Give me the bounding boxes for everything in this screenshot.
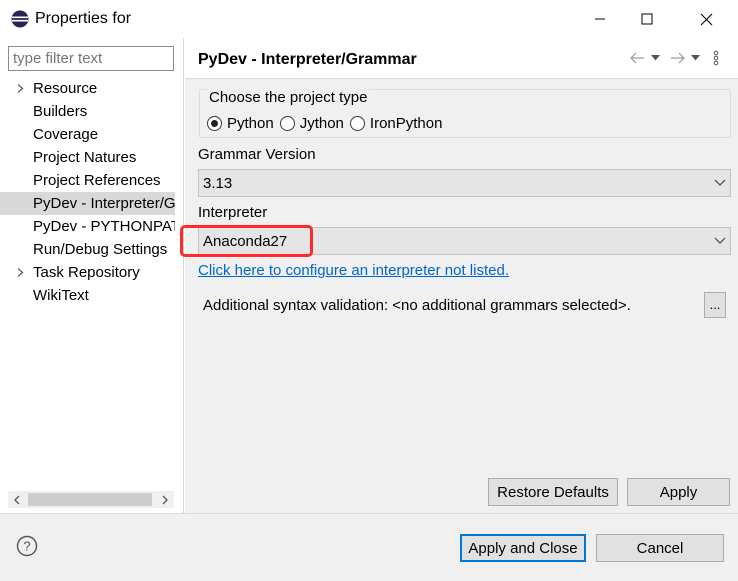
horizontal-scrollbar[interactable] (8, 491, 174, 508)
tree-item-label: Project Natures (33, 149, 137, 166)
help-icon[interactable]: ? (16, 535, 38, 557)
restore-defaults-button[interactable]: Restore Defaults (488, 478, 618, 506)
grammar-version-value: 3.13 (203, 175, 233, 192)
page-title: PyDev - Interpreter/Grammar (198, 51, 417, 68)
maximize-icon (641, 13, 653, 25)
scroll-right-button[interactable] (156, 491, 174, 508)
interpreter-select[interactable]: Anaconda27 (198, 227, 731, 255)
eclipse-icon (11, 10, 29, 28)
apply-button[interactable]: Apply (627, 478, 730, 506)
tree-item-label: Coverage (33, 126, 99, 143)
tree-item-label: Run/Debug Settings (33, 241, 168, 258)
radio-button[interactable] (349, 115, 365, 131)
project-type-options: Python Jython IronPython (207, 113, 448, 133)
forward-arrow-icon (670, 52, 685, 64)
radio-jython[interactable]: Jython (279, 114, 344, 132)
close-icon (700, 13, 712, 25)
minimize-button[interactable] (577, 0, 623, 38)
window-title: Properties for (35, 10, 132, 27)
tree-item-label: PyDev - Interpreter/Grammar (33, 195, 175, 212)
navigation-controls (625, 48, 735, 68)
tree-item-label: Builders (33, 103, 88, 120)
more-vertical-icon (713, 50, 719, 66)
grammar-version-label: Grammar Version (198, 146, 316, 163)
tree-item-pydev-interpreter[interactable]: PyDev - Interpreter/Grammar (0, 192, 175, 215)
scrollbar-thumb[interactable] (28, 493, 152, 506)
sidebar: Resource Builders Coverage Project Natur… (0, 38, 184, 513)
back-button[interactable] (629, 48, 645, 68)
chevron-down-icon (714, 237, 726, 244)
view-menu-button[interactable] (711, 48, 721, 68)
chevron-right-icon[interactable] (16, 84, 25, 93)
svg-text:?: ? (23, 539, 30, 554)
back-arrow-icon (629, 52, 644, 64)
project-type-group: Choose the project type Python Jython Ir… (199, 89, 731, 138)
close-button[interactable] (683, 0, 729, 38)
maximize-button[interactable] (624, 0, 670, 38)
radio-selected-dot (211, 119, 218, 127)
chevron-right-icon[interactable] (16, 268, 25, 277)
dropdown-arrow-icon (690, 55, 700, 61)
forward-menu-button[interactable] (689, 48, 701, 68)
property-page: PyDev - Interpreter/Grammar Choose the p… (185, 38, 738, 513)
radio-button[interactable] (207, 115, 222, 131)
tree-item-label: PyDev - PYTHONPATH (33, 218, 175, 235)
tree-item-resource[interactable]: Resource (0, 77, 175, 100)
minimize-icon (595, 18, 605, 20)
project-type-legend: Choose the project type (207, 89, 370, 106)
forward-button[interactable] (669, 48, 685, 68)
tree-item-project-references[interactable]: Project References (0, 169, 175, 192)
radio-label: IronPython (369, 114, 443, 132)
radio-label: Jython (299, 114, 344, 132)
chevron-down-icon (714, 179, 726, 186)
tree-item-label: Task Repository (33, 264, 140, 281)
radio-ironpython[interactable]: IronPython (349, 114, 443, 132)
filter-input[interactable] (8, 46, 174, 71)
back-menu-button[interactable] (649, 48, 661, 68)
property-tree: Resource Builders Coverage Project Natur… (0, 77, 183, 307)
tree-item-label: WikiText (33, 287, 89, 304)
tree-item-task-repository[interactable]: Task Repository (0, 261, 175, 284)
additional-syntax-text: Additional syntax validation: <no additi… (203, 297, 631, 314)
dropdown-arrow-icon (650, 55, 660, 61)
tree-item-label: Project References (33, 172, 161, 189)
grammar-version-select[interactable]: 3.13 (198, 169, 731, 197)
interpreter-label: Interpreter (198, 204, 268, 221)
tree-item-run-debug-settings[interactable]: Run/Debug Settings (0, 238, 175, 261)
scroll-left-button[interactable] (8, 491, 26, 508)
chevron-left-icon (14, 495, 20, 504)
tree-item-label: Resource (33, 80, 98, 97)
tree-item-project-natures[interactable]: Project Natures (0, 146, 175, 169)
configure-interpreter-link[interactable]: Click here to configure an interpreter n… (198, 262, 509, 279)
tree-item-pydev-pythonpath[interactable]: PyDev - PYTHONPATH (0, 215, 175, 238)
select-grammars-button[interactable]: ... (704, 292, 726, 318)
radio-python[interactable]: Python (207, 115, 274, 132)
tree-item-builders[interactable]: Builders (0, 100, 175, 123)
dialog-footer: ? Apply and Close Cancel (0, 513, 738, 581)
chevron-right-icon (162, 495, 168, 504)
tree-item-coverage[interactable]: Coverage (0, 123, 175, 146)
radio-label: Python (227, 114, 274, 132)
apply-and-close-button[interactable]: Apply and Close (460, 534, 586, 562)
page-header: PyDev - Interpreter/Grammar (185, 38, 738, 79)
interpreter-value: Anaconda27 (203, 233, 288, 250)
title-bar: Properties for (0, 0, 738, 38)
radio-button[interactable] (279, 115, 295, 131)
tree-item-wikitext[interactable]: WikiText (0, 284, 175, 307)
cancel-button[interactable]: Cancel (596, 534, 724, 562)
